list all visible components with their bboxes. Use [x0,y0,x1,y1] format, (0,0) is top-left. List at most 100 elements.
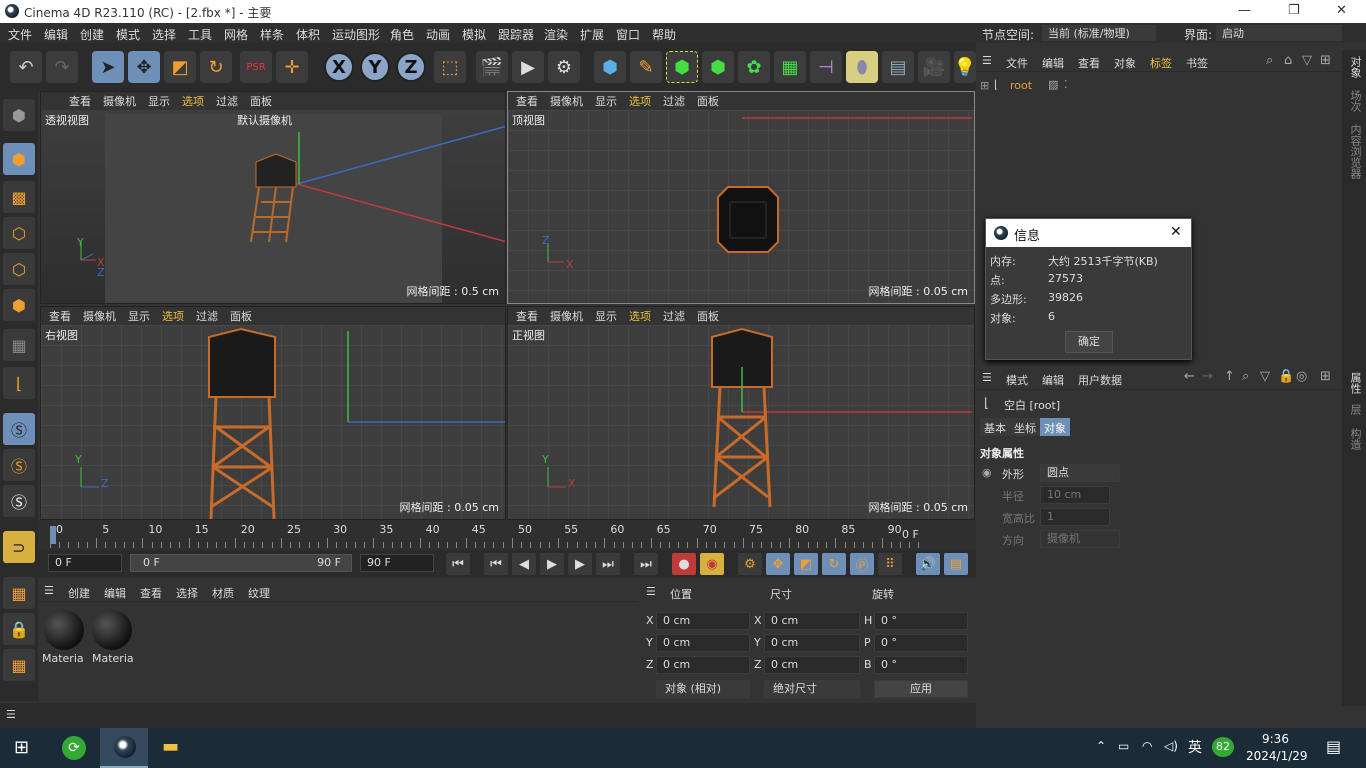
render-view-icon[interactable]: 🎬 [476,51,508,83]
menu-mograph[interactable]: 运动图形 [332,26,380,43]
rotate-tool-icon[interactable]: ↻ [200,51,232,83]
move-tool-icon[interactable]: ✥ [128,51,160,83]
menu-select[interactable]: 选择 [152,26,176,43]
hamburger-icon[interactable]: ☰ [982,54,992,67]
axis-mode-icon[interactable]: ⌊ [3,367,35,399]
floor-icon[interactable]: ▤ [882,51,914,83]
start-frame-field[interactable]: 0 F [48,554,122,572]
tab-takes[interactable]: 场次 [1347,90,1363,112]
mograph-cloner-icon[interactable]: ✿ [738,51,770,83]
point-mode-icon[interactable]: ⬡ [3,217,35,249]
cube-icon[interactable]: ⬢ [594,51,626,83]
size-mode-select[interactable]: 绝对尺寸 [764,680,860,698]
position-y-field[interactable]: 0 cm [656,634,750,652]
timeline[interactable]: 0 5 10 15 20 25 30 35 40 45 50 55 60 65 70 75 80 85 90 0 F [38,520,976,550]
layer-icon[interactable]: ▨ [1048,78,1058,91]
object-row-root[interactable]: ⊞ ⌊ root ▨ ⁚ [980,78,1076,94]
menu-tracker[interactable]: 跟踪器 [498,26,534,43]
next-key-icon[interactable]: ⏭ [596,553,620,575]
keyframe-selection-icon[interactable]: ⚙ [738,553,762,575]
obj-menu-object[interactable]: 对象 [1114,55,1136,71]
magnet-icon[interactable]: ⊃ [3,531,35,563]
add-icon[interactable]: ✛ [276,51,308,83]
prev-frame-icon[interactable]: ◀ [512,553,536,575]
filter-icon[interactable]: ▽ [1260,369,1270,384]
deformer-icon[interactable]: ⊣ [810,51,842,83]
attr-menu-mode[interactable]: 模式 [1006,372,1028,388]
tab-objects[interactable]: 对象 [1347,56,1363,78]
array-icon[interactable]: ▦ [774,51,806,83]
file-explorer-icon[interactable]: ▬ [162,736,179,757]
ok-button[interactable]: 确定 [1065,331,1113,353]
scale-tool-icon[interactable]: ◩ [164,51,196,83]
select-tool-icon[interactable]: ➤ [92,51,124,83]
uv-mode-icon[interactable]: ▦ [3,329,35,361]
make-editable-icon[interactable]: ⬢ [3,99,35,131]
tab-content-browser[interactable]: 内容浏览器 [1347,124,1363,179]
volume-icon[interactable]: ◁) [1164,739,1178,753]
clock-time[interactable]: 9:36 [1262,732,1289,746]
snap-icon[interactable]: Ⓢ [3,413,35,445]
snap-workplane-icon[interactable]: Ⓢ [3,485,35,517]
lock-icon[interactable]: 🔒 [1278,369,1294,384]
display-select[interactable]: 圆点 [1040,464,1120,482]
target-icon[interactable]: ◎ [1296,369,1307,384]
size-y-field[interactable]: 0 cm [764,634,860,652]
x-axis-lock-icon[interactable]: X [324,52,354,82]
z-axis-lock-icon[interactable]: Z [396,52,426,82]
ime-indicator[interactable]: 英 [1188,737,1202,757]
size-x-field[interactable]: 0 cm [764,612,860,630]
menu-help[interactable]: 帮助 [652,26,676,43]
material-slot[interactable]: Materia [42,610,86,666]
tab-structure[interactable]: 构造 [1347,428,1363,450]
mat-menu-edit[interactable]: 编辑 [104,585,126,601]
key-pla-icon[interactable]: ⠿ [878,553,902,575]
grid-icon[interactable]: ▦ [3,649,35,681]
menu-animate[interactable]: 动画 [426,26,450,43]
menu-create[interactable]: 创建 [80,26,104,43]
undo-icon[interactable]: ↶ [10,51,42,83]
pen-icon[interactable]: ✎ [630,51,662,83]
obj-menu-file[interactable]: 文件 [1006,55,1028,71]
search-icon[interactable]: ⌕ [1266,53,1273,68]
hamburger-icon[interactable]: ☰ [646,585,656,598]
dialog-close-icon[interactable]: ✕ [1170,224,1182,240]
clock-date[interactable]: 2024/1/29 [1246,749,1308,763]
record-icon[interactable]: ● [672,553,696,575]
back-arrow-icon[interactable]: ← [1184,369,1195,384]
range-slider[interactable]: 0 F 90 F [130,554,352,572]
snap-settings-icon[interactable]: Ⓢ [3,449,35,481]
radius-field[interactable]: 10 cm [1040,486,1110,504]
obj-menu-bookmarks[interactable]: 书签 [1186,55,1208,71]
tab-layers[interactable]: 层 [1347,404,1363,415]
menu-simulate[interactable]: 模拟 [462,26,486,43]
key-scale-icon[interactable]: ◩ [794,553,818,575]
position-z-field[interactable]: 0 cm [656,656,750,674]
go-to-start-icon[interactable]: ⏮ [446,553,470,575]
radio-icon[interactable]: ◉ [982,466,992,479]
camera-icon[interactable]: 🎥 [918,51,950,83]
key-rotation-icon[interactable]: ↻ [822,553,846,575]
menu-mode[interactable]: 模式 [116,26,140,43]
key-param-icon[interactable]: Ⓟ [850,553,874,575]
render-settings-icon[interactable]: ⚙ [548,51,580,83]
menu-mesh[interactable]: 网格 [224,26,248,43]
polygon-mode-icon[interactable]: ⬢ [3,289,35,321]
coord-system-icon[interactable]: ⬚ [434,51,466,83]
rotation-h-field[interactable]: 0 ° [874,612,968,630]
workplane-icon[interactable]: ▦ [3,577,35,609]
forward-arrow-icon[interactable]: → [1202,369,1213,384]
render-picture-icon[interactable]: ▶ [512,51,544,83]
menu-render[interactable]: 渲染 [544,26,568,43]
maximize-button[interactable]: ❐ [1288,3,1300,18]
coord-mode-select[interactable]: 对象 (相对) [656,680,750,698]
notifications-icon[interactable]: ▤ [1326,737,1341,756]
hamburger-icon[interactable]: ☰ [982,371,992,384]
texture-mode-icon[interactable]: ▩ [3,181,35,213]
menu-character[interactable]: 角色 [390,26,414,43]
layout-select[interactable]: 启动 [1216,25,1342,41]
attr-menu-userdata[interactable]: 用户数据 [1078,372,1122,388]
auto-key-icon[interactable]: ◉ [700,553,724,575]
menu-window[interactable]: 窗口 [616,26,640,43]
browser-icon[interactable]: ⟳ [62,736,86,760]
